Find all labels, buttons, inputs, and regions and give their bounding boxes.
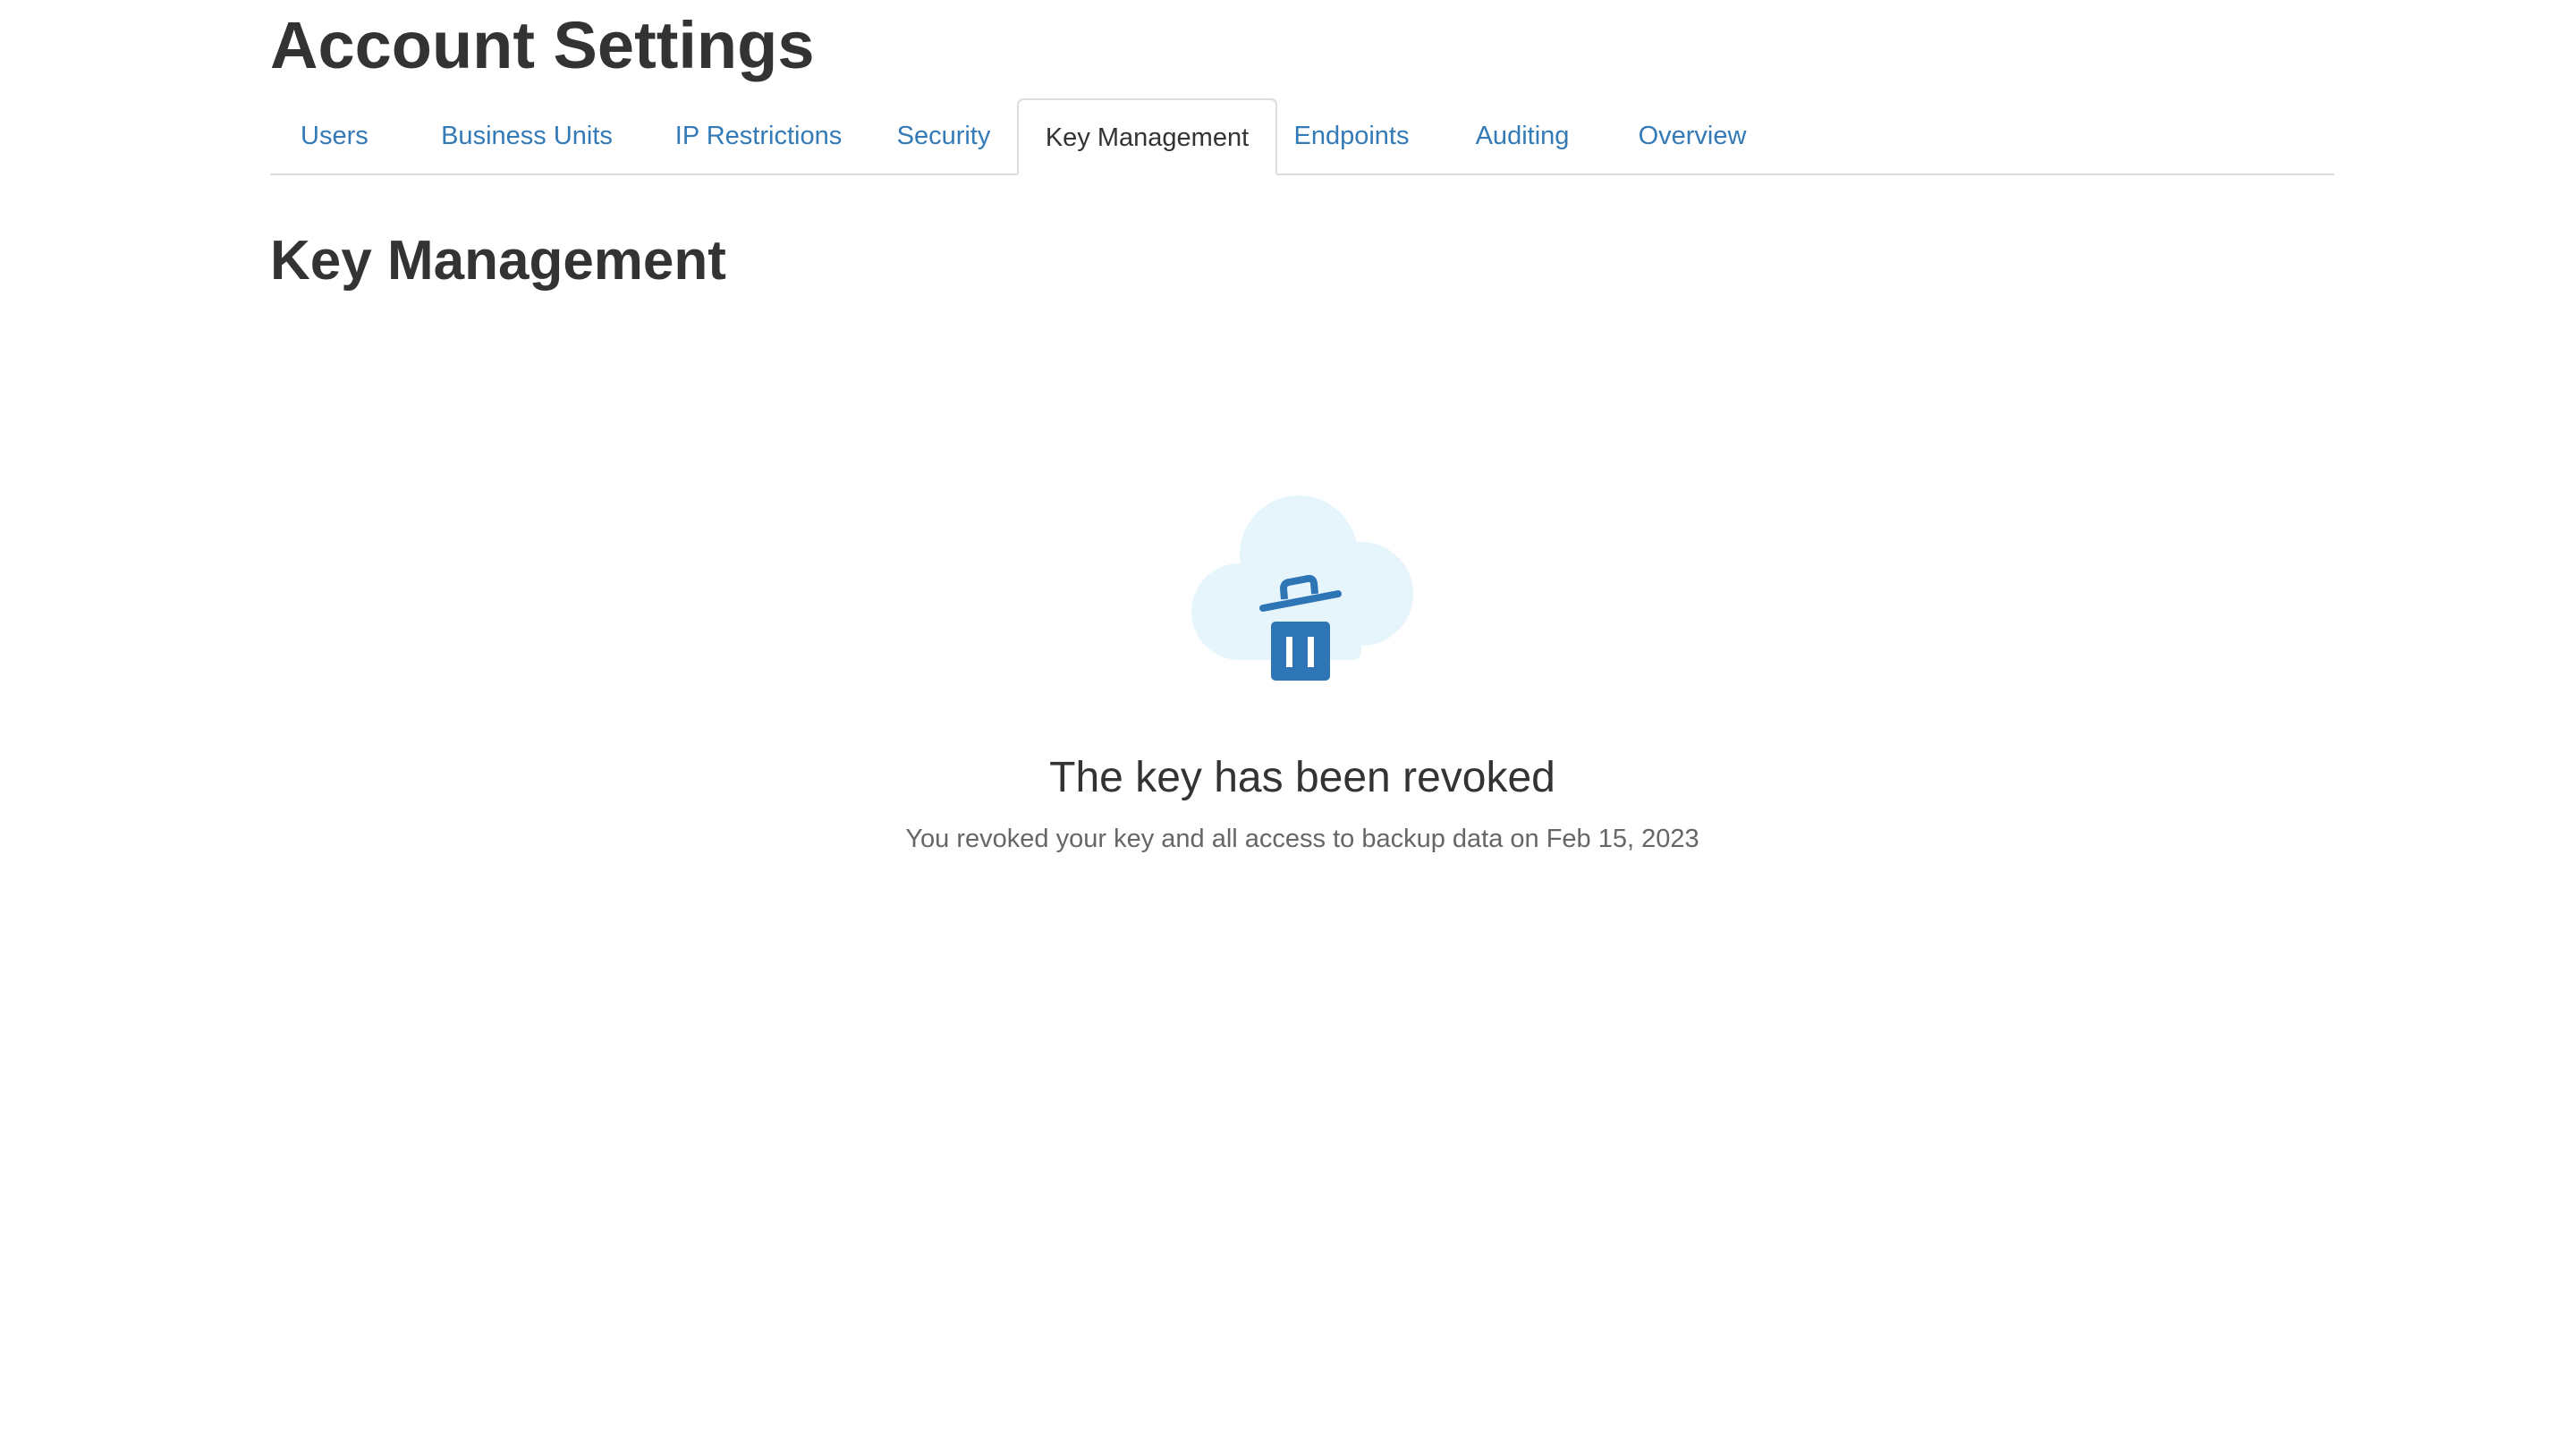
- tab-key-management[interactable]: Key Management: [1017, 98, 1277, 175]
- tab-ip-restrictions[interactable]: IP Restrictions: [655, 98, 862, 174]
- tab-endpoints[interactable]: Endpoints: [1284, 98, 1419, 174]
- tab-users[interactable]: Users: [301, 98, 369, 174]
- page-title: Account Settings: [270, 8, 815, 82]
- tab-business-units[interactable]: Business Units: [428, 98, 626, 174]
- tab-security[interactable]: Security: [884, 98, 1004, 174]
- tab-overview[interactable]: Overview: [1619, 98, 1766, 174]
- revoked-description: You revoked your key and all access to b…: [905, 825, 1699, 853]
- tab-auditing[interactable]: Auditing: [1460, 98, 1585, 174]
- revoked-title: The key has been revoked: [1049, 754, 1555, 801]
- section-title: Key Management: [270, 230, 726, 292]
- cloud-trash-icon: [1190, 494, 1413, 690]
- settings-tabs: Users Business Units IP Restrictions Sec…: [270, 98, 2334, 175]
